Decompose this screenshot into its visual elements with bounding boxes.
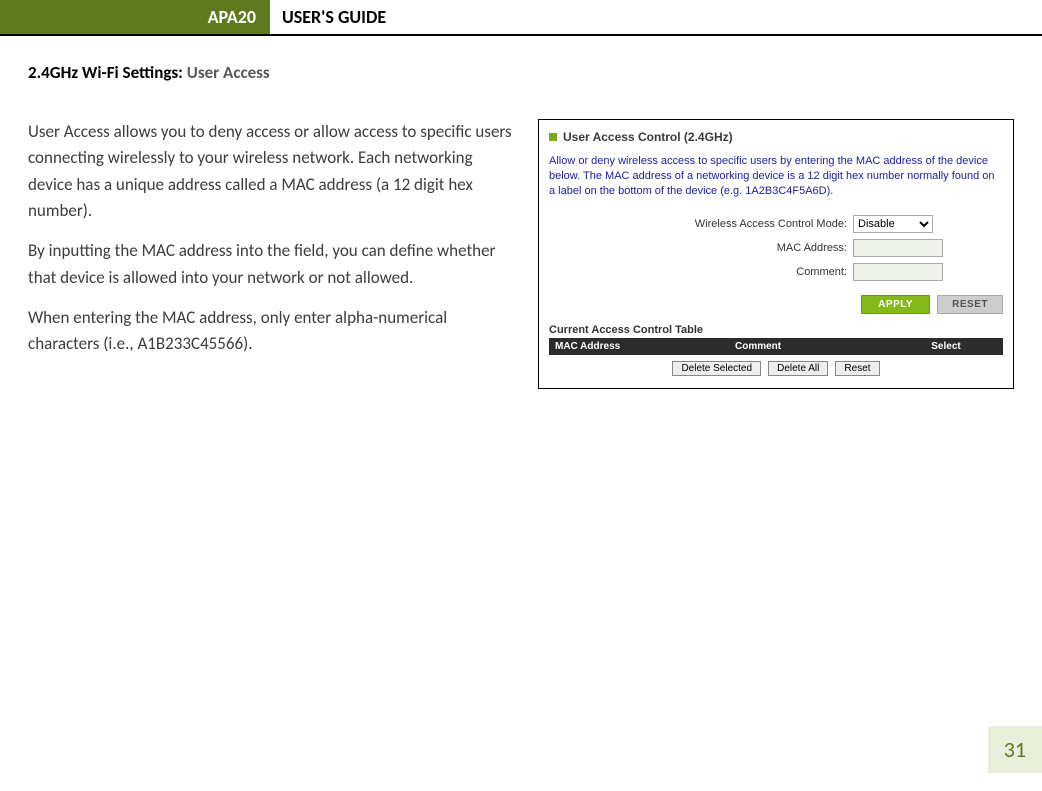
delete-selected-button[interactable]: Delete Selected	[672, 361, 761, 376]
col-mac: MAC Address	[555, 341, 735, 352]
panel-title: User Access Control (2.4GHz)	[549, 130, 1003, 144]
bullet-icon	[549, 133, 557, 141]
panel-description: Allow or deny wireless access to specifi…	[549, 154, 1003, 199]
col-select: Select	[895, 341, 997, 352]
mode-label: Wireless Access Control Mode:	[563, 218, 853, 230]
mode-select[interactable]: Disable	[853, 215, 933, 233]
col-comment: Comment	[735, 341, 895, 352]
reset-button[interactable]: RESET	[937, 295, 1003, 314]
comment-input[interactable]	[853, 263, 943, 281]
delete-all-button[interactable]: Delete All	[768, 361, 828, 376]
panel-title-text: User Access Control (2.4GHz)	[563, 130, 733, 144]
paragraph-1: User Access allows you to deny access or…	[28, 119, 518, 224]
section-heading-bold: 2.4GHz Wi-Fi Settings:	[28, 62, 187, 83]
paragraph-2: By inputting the MAC address into the fi…	[28, 238, 518, 291]
table-reset-button[interactable]: Reset	[835, 361, 879, 376]
table-header-row: MAC Address Comment Select	[549, 338, 1003, 355]
mac-input[interactable]	[853, 239, 943, 257]
table-caption: Current Access Control Table	[549, 324, 1003, 336]
guide-title: USER'S GUIDE	[270, 0, 386, 34]
page-header: APA20 USER'S GUIDE	[0, 0, 1042, 36]
product-badge: APA20	[0, 0, 270, 34]
apply-button[interactable]: APPLY	[861, 295, 930, 314]
body-text-column: User Access allows you to deny access or…	[28, 119, 518, 389]
paragraph-3: When entering the MAC address, only ente…	[28, 305, 518, 358]
screenshot-panel: User Access Control (2.4GHz) Allow or de…	[538, 119, 1014, 389]
page-number: 31	[988, 726, 1042, 773]
section-heading-gray: User Access	[187, 62, 270, 83]
comment-label: Comment:	[563, 266, 853, 278]
section-heading: 2.4GHz Wi-Fi Settings: User Access	[28, 62, 1014, 83]
mac-label: MAC Address:	[563, 242, 853, 254]
